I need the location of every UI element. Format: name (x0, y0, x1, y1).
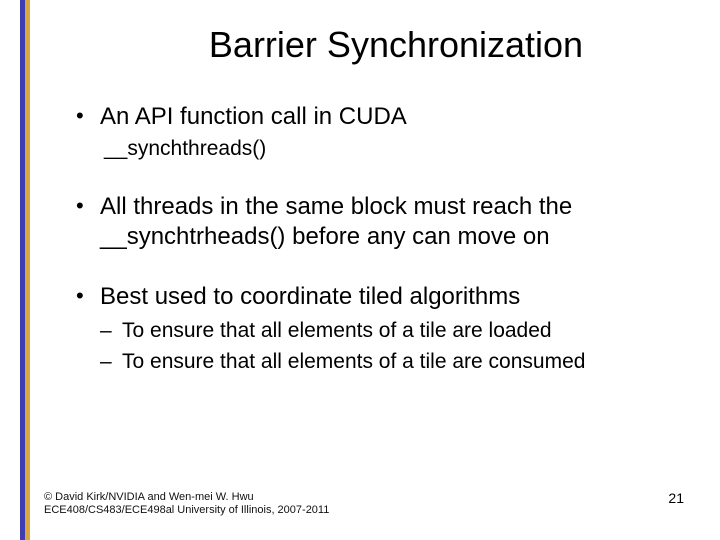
footer-line-2: ECE408/CS483/ECE498al University of Illi… (44, 504, 329, 518)
bullet-list: An API function call in CUDA __synchthre… (72, 102, 680, 375)
page-number: 21 (668, 490, 684, 506)
bullet-item: An API function call in CUDA __synchthre… (72, 102, 680, 162)
dash-item: To ensure that all elements of a tile ar… (100, 349, 680, 375)
slide-content: Barrier Synchronization An API function … (0, 0, 720, 540)
bullet-text: Best used to coordinate tiled algorithms (100, 283, 520, 310)
bullet-item: Best used to coordinate tiled algorithms… (72, 282, 680, 375)
dash-item: To ensure that all elements of a tile ar… (100, 318, 680, 344)
dash-list: To ensure that all elements of a tile ar… (100, 318, 680, 375)
footer: © David Kirk/NVIDIA and Wen-mei W. Hwu E… (44, 491, 329, 519)
bullet-text: All threads in the same block must reach… (100, 193, 572, 250)
slide-title: Barrier Synchronization (112, 24, 680, 66)
bullet-text: An API function call in CUDA (100, 103, 407, 130)
bullet-sub-plain: __synchthreads() (100, 136, 680, 162)
bullet-item: All threads in the same block must reach… (72, 192, 680, 252)
footer-line-1: © David Kirk/NVIDIA and Wen-mei W. Hwu (44, 491, 329, 505)
